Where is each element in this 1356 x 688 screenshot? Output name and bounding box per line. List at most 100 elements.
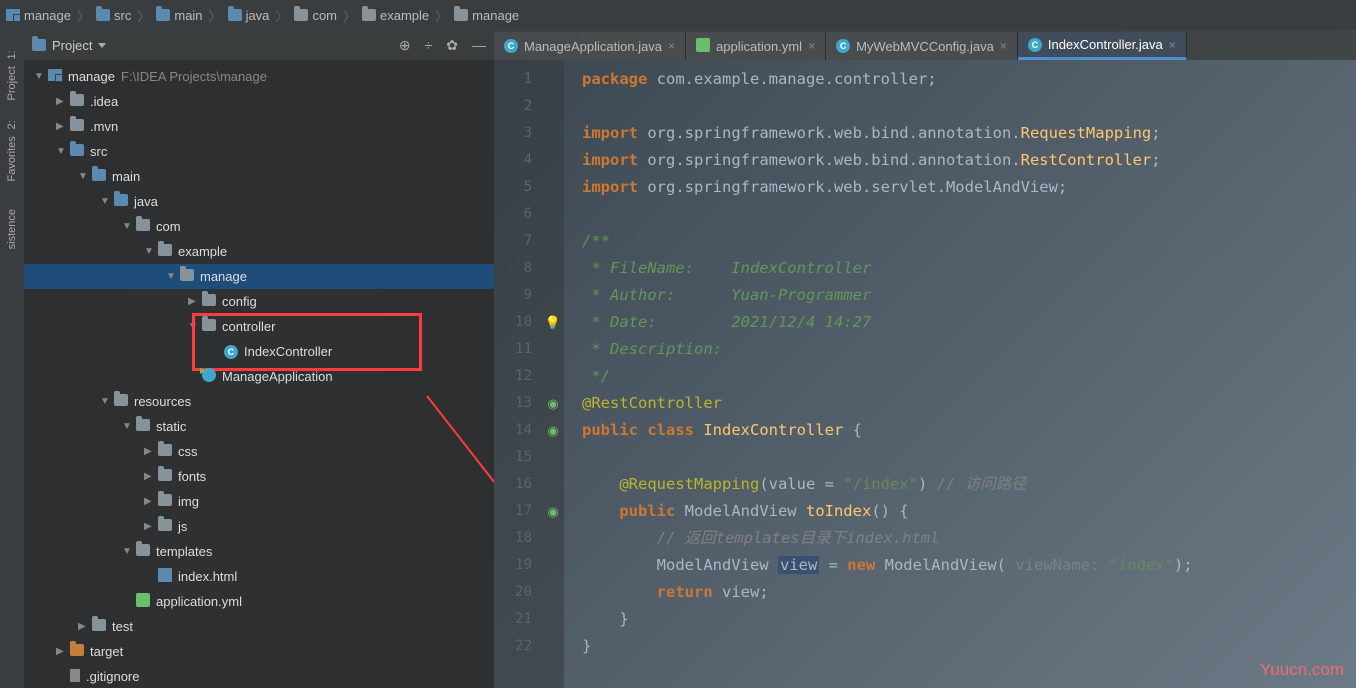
bulb-icon[interactable]: 💡 [545,309,561,336]
tree-arrow-icon[interactable] [144,521,154,532]
class-icon: C [504,39,518,53]
tree-item-img[interactable]: img [24,489,494,514]
crumb-com[interactable]: com [294,8,337,23]
crumb-example[interactable]: example [362,8,429,23]
tree-arrow-icon[interactable] [122,546,132,557]
tree-item-label: ManageApplication [222,369,333,384]
chevron-down-icon[interactable] [98,43,106,48]
tree-item-manage[interactable]: manage [24,264,494,289]
tree-arrow-icon[interactable] [78,171,88,182]
tree-item-.idea[interactable]: .idea [24,89,494,114]
gutter-icons: 💡◉◉◉ [542,60,564,688]
tree-item-config[interactable]: config [24,289,494,314]
close-icon[interactable]: × [1169,38,1176,52]
tree-item-label: example [178,244,227,259]
tree-item-IndexController[interactable]: CIndexController [24,339,494,364]
folder-icon [70,94,84,109]
run-gutter-icon[interactable]: ◉ [547,390,558,417]
tree-arrow-icon[interactable] [122,421,132,432]
crumb-java[interactable]: java [228,8,270,23]
tree-arrow-icon[interactable] [34,71,44,82]
run-gutter-icon[interactable]: ◉ [547,498,558,525]
tree-item-css[interactable]: css [24,439,494,464]
tree-item-java[interactable]: java [24,189,494,214]
tree-arrow-icon[interactable] [188,296,198,307]
tree-arrow-icon[interactable] [56,121,66,132]
tool-tab-Favorites[interactable]: Favorites2: [6,120,18,181]
code-area[interactable]: 12345678910111213141516171819202122 💡◉◉◉… [494,60,1356,688]
project-tree[interactable]: manageF:\IDEA Projects\manage.idea.mvnsr… [24,60,494,688]
tree-item-controller[interactable]: controller [24,314,494,339]
tree-item-label: target [90,644,123,659]
tree-arrow-icon[interactable] [56,96,66,107]
folder-icon [70,144,84,159]
line-number: 14 [494,417,532,444]
tree-arrow-icon[interactable] [100,196,110,207]
line-number: 10 [494,309,532,336]
tree-item-label: java [134,194,158,209]
tree-item-resources[interactable]: resources [24,389,494,414]
tool-tab-Project[interactable]: Project1: [6,50,18,100]
close-icon[interactable]: × [808,39,815,53]
editor-tab[interactable]: CMyWebMVCConfig.java× [826,32,1018,60]
tree-item-static[interactable]: static [24,414,494,439]
crumb-manage[interactable]: manage [454,8,519,23]
line-number: 17 [494,498,532,525]
crumb-manage[interactable]: manage [6,8,71,23]
locate-icon[interactable]: ⊕ [399,37,411,54]
project-panel-title[interactable]: Project [52,38,92,53]
crumb-src[interactable]: src [96,8,131,23]
tree-item-src[interactable]: src [24,139,494,164]
line-number: 16 [494,471,532,498]
hide-icon[interactable]: — [472,37,486,53]
tree-item-ManageApplication[interactable]: ManageApplication [24,364,494,389]
editor-tab[interactable]: application.yml× [686,32,826,60]
tool-tab-sistence[interactable]: sistence [6,202,18,249]
tab-label: IndexController.java [1048,37,1163,52]
tree-item-target[interactable]: target [24,639,494,664]
crumb-main[interactable]: main [156,8,202,23]
tree-arrow-icon[interactable] [78,621,88,632]
tree-item-.gitignore[interactable]: .gitignore [24,664,494,688]
tree-arrow-icon[interactable] [122,221,132,232]
tree-item-.mvn[interactable]: .mvn [24,114,494,139]
tree-item-test[interactable]: test [24,614,494,639]
close-icon[interactable]: × [668,39,675,53]
gear-icon[interactable]: ✿ [446,37,458,54]
line-number: 12 [494,363,532,390]
tree-arrow-icon[interactable] [144,246,154,257]
line-number: 20 [494,579,532,606]
tree-item-com[interactable]: com [24,214,494,239]
run-gutter-icon[interactable]: ◉ [547,417,558,444]
tree-arrow-icon[interactable] [100,396,110,407]
tree-arrow-icon[interactable] [144,446,154,457]
folder-icon [158,469,172,484]
tree-item-example[interactable]: example [24,239,494,264]
tree-arrow-icon[interactable] [144,471,154,482]
tree-item-application.yml[interactable]: application.yml [24,589,494,614]
tree-arrow-icon[interactable] [56,646,66,657]
folder-icon [158,444,172,459]
tree-item-manage[interactable]: manageF:\IDEA Projects\manage [24,64,494,89]
tree-item-js[interactable]: js [24,514,494,539]
collapse-icon[interactable]: ÷ [425,37,433,53]
code-content[interactable]: package com.example.manage.controller; i… [564,60,1356,688]
line-number: 6 [494,201,532,228]
tree-arrow-icon[interactable] [144,496,154,507]
editor-area: CManageApplication.java×application.yml×… [494,30,1356,688]
folder-blue-icon [228,9,242,21]
editor-tab[interactable]: CManageApplication.java× [494,32,686,60]
tree-item-main[interactable]: main [24,164,494,189]
close-icon[interactable]: × [1000,39,1007,53]
tree-arrow-icon[interactable] [56,146,66,157]
tree-item-label: main [112,169,140,184]
tree-item-index.html[interactable]: index.html [24,564,494,589]
tree-item-templates[interactable]: templates [24,539,494,564]
tree-arrow-icon[interactable] [188,321,198,332]
folder-icon [114,194,128,209]
tree-arrow-icon[interactable] [166,271,176,282]
editor-tabs: CManageApplication.java×application.yml×… [494,30,1356,60]
tree-item-fonts[interactable]: fonts [24,464,494,489]
line-number: 21 [494,606,532,633]
editor-tab[interactable]: CIndexController.java× [1018,32,1187,60]
